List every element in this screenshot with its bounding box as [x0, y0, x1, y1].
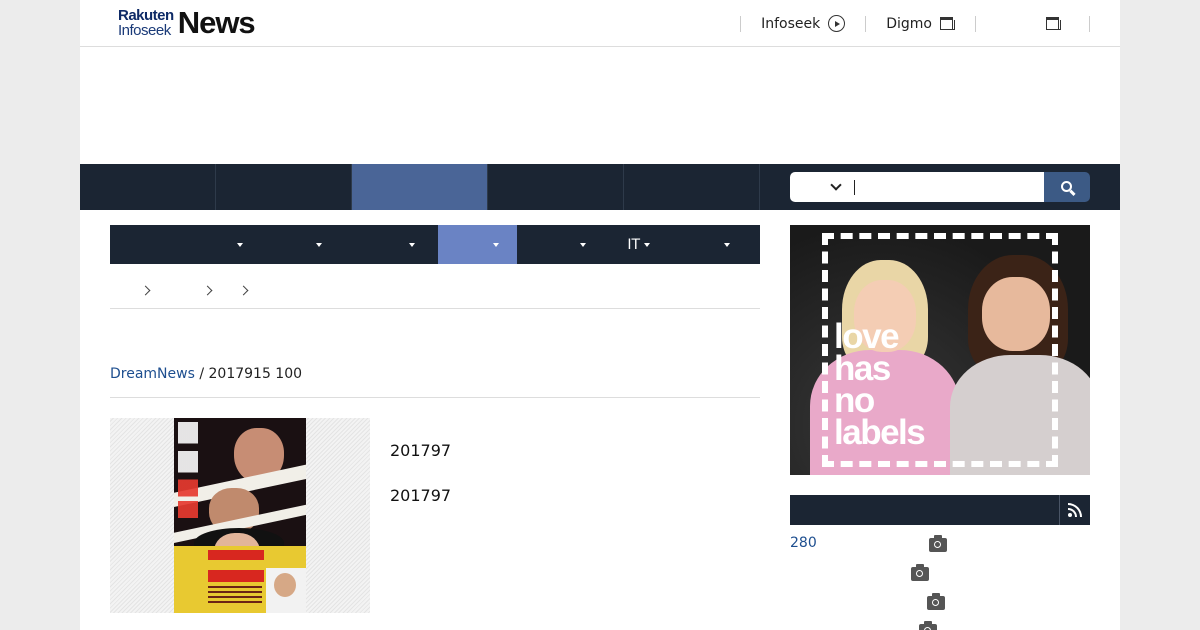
caret-down-icon: [644, 242, 650, 247]
caret-down-icon: [237, 242, 243, 247]
logo-brand: Rakuten: [118, 7, 174, 24]
logo-sub: Infoseek: [118, 22, 171, 39]
site-logo[interactable]: Rakuten Infoseek News: [118, 5, 256, 40]
search-input[interactable]: [846, 172, 1044, 202]
caret-down-icon: [724, 242, 730, 247]
ad-slogan: love has no labels: [834, 317, 926, 452]
nav-tab-5[interactable]: [624, 164, 760, 210]
chevron-right-icon: [238, 285, 249, 296]
header-link-infoseek[interactable]: Infoseek: [741, 0, 865, 47]
header-link-digmo[interactable]: Digmo: [866, 0, 975, 47]
site-header: Rakuten Infoseek News Infoseek Digmo: [80, 0, 1120, 47]
ranking-header: [790, 495, 1090, 525]
category-item-4-active[interactable]: [438, 225, 517, 264]
external-window-icon: [940, 17, 955, 30]
chevron-down-icon: [830, 178, 842, 191]
external-window-icon: [1046, 17, 1061, 30]
caret-down-icon: [316, 242, 322, 247]
camera-icon: [927, 593, 945, 610]
chevron-right-icon: [140, 285, 151, 296]
nav-tab-1[interactable]: [80, 164, 216, 210]
nav-tab-3-active[interactable]: [352, 164, 488, 210]
camera-icon: [929, 535, 947, 552]
caret-down-icon: [409, 242, 415, 247]
main-nav: [80, 164, 1120, 210]
text-cursor: [854, 180, 855, 195]
caret-down-icon: [493, 242, 499, 247]
logo-brand-text: Rakuten Infoseek: [118, 8, 174, 38]
rss-icon[interactable]: [1068, 503, 1082, 517]
category-item-1[interactable]: [110, 225, 253, 264]
ad-banner[interactable]: love has no labels: [790, 225, 1090, 475]
search-button[interactable]: [1044, 172, 1090, 202]
category-label: IT: [627, 236, 640, 253]
search-icon: [1060, 180, 1072, 192]
category-item-3[interactable]: [332, 225, 425, 264]
category-item-5[interactable]: [517, 225, 596, 264]
logo-title: News: [177, 5, 256, 40]
ranking-item-label: 280: [790, 535, 817, 551]
header-link-label: Infoseek: [761, 15, 821, 32]
nav-tab-2[interactable]: [216, 164, 352, 210]
category-item-7[interactable]: [656, 225, 748, 264]
camera-icon: [911, 564, 929, 581]
header-link-third[interactable]: [976, 0, 1089, 47]
article-text-line: 201797: [390, 486, 452, 505]
search-scope-select[interactable]: [790, 172, 846, 202]
page: Rakuten Infoseek News Infoseek Digmo IT …: [80, 0, 1120, 630]
header-link-label: Digmo: [886, 15, 932, 32]
ranking-header-divider: [1059, 495, 1060, 525]
camera-icon: [919, 621, 937, 630]
chevron-right-icon: [202, 285, 213, 296]
nav-tab-4[interactable]: [488, 164, 624, 210]
book-cover-image: [174, 418, 306, 613]
category-bar: IT: [110, 225, 760, 264]
article-thumbnail[interactable]: [110, 418, 370, 613]
play-circle-icon: [828, 15, 846, 32]
header-links: Infoseek Digmo: [740, 0, 1090, 47]
ranking-item[interactable]: 280: [790, 532, 817, 554]
article-source-link[interactable]: DreamNews: [110, 366, 195, 382]
header-divider: [1089, 15, 1090, 32]
category-item-2[interactable]: [253, 225, 332, 264]
article-meta: DreamNews / 2017915 100: [110, 366, 760, 398]
breadcrumb: [110, 273, 760, 309]
article-text-line: 201797: [390, 441, 452, 460]
caret-down-icon: [580, 242, 586, 247]
search-bar: [790, 172, 1090, 202]
category-item-it[interactable]: IT: [596, 225, 656, 264]
article-date: / 2017915 100: [194, 366, 303, 382]
